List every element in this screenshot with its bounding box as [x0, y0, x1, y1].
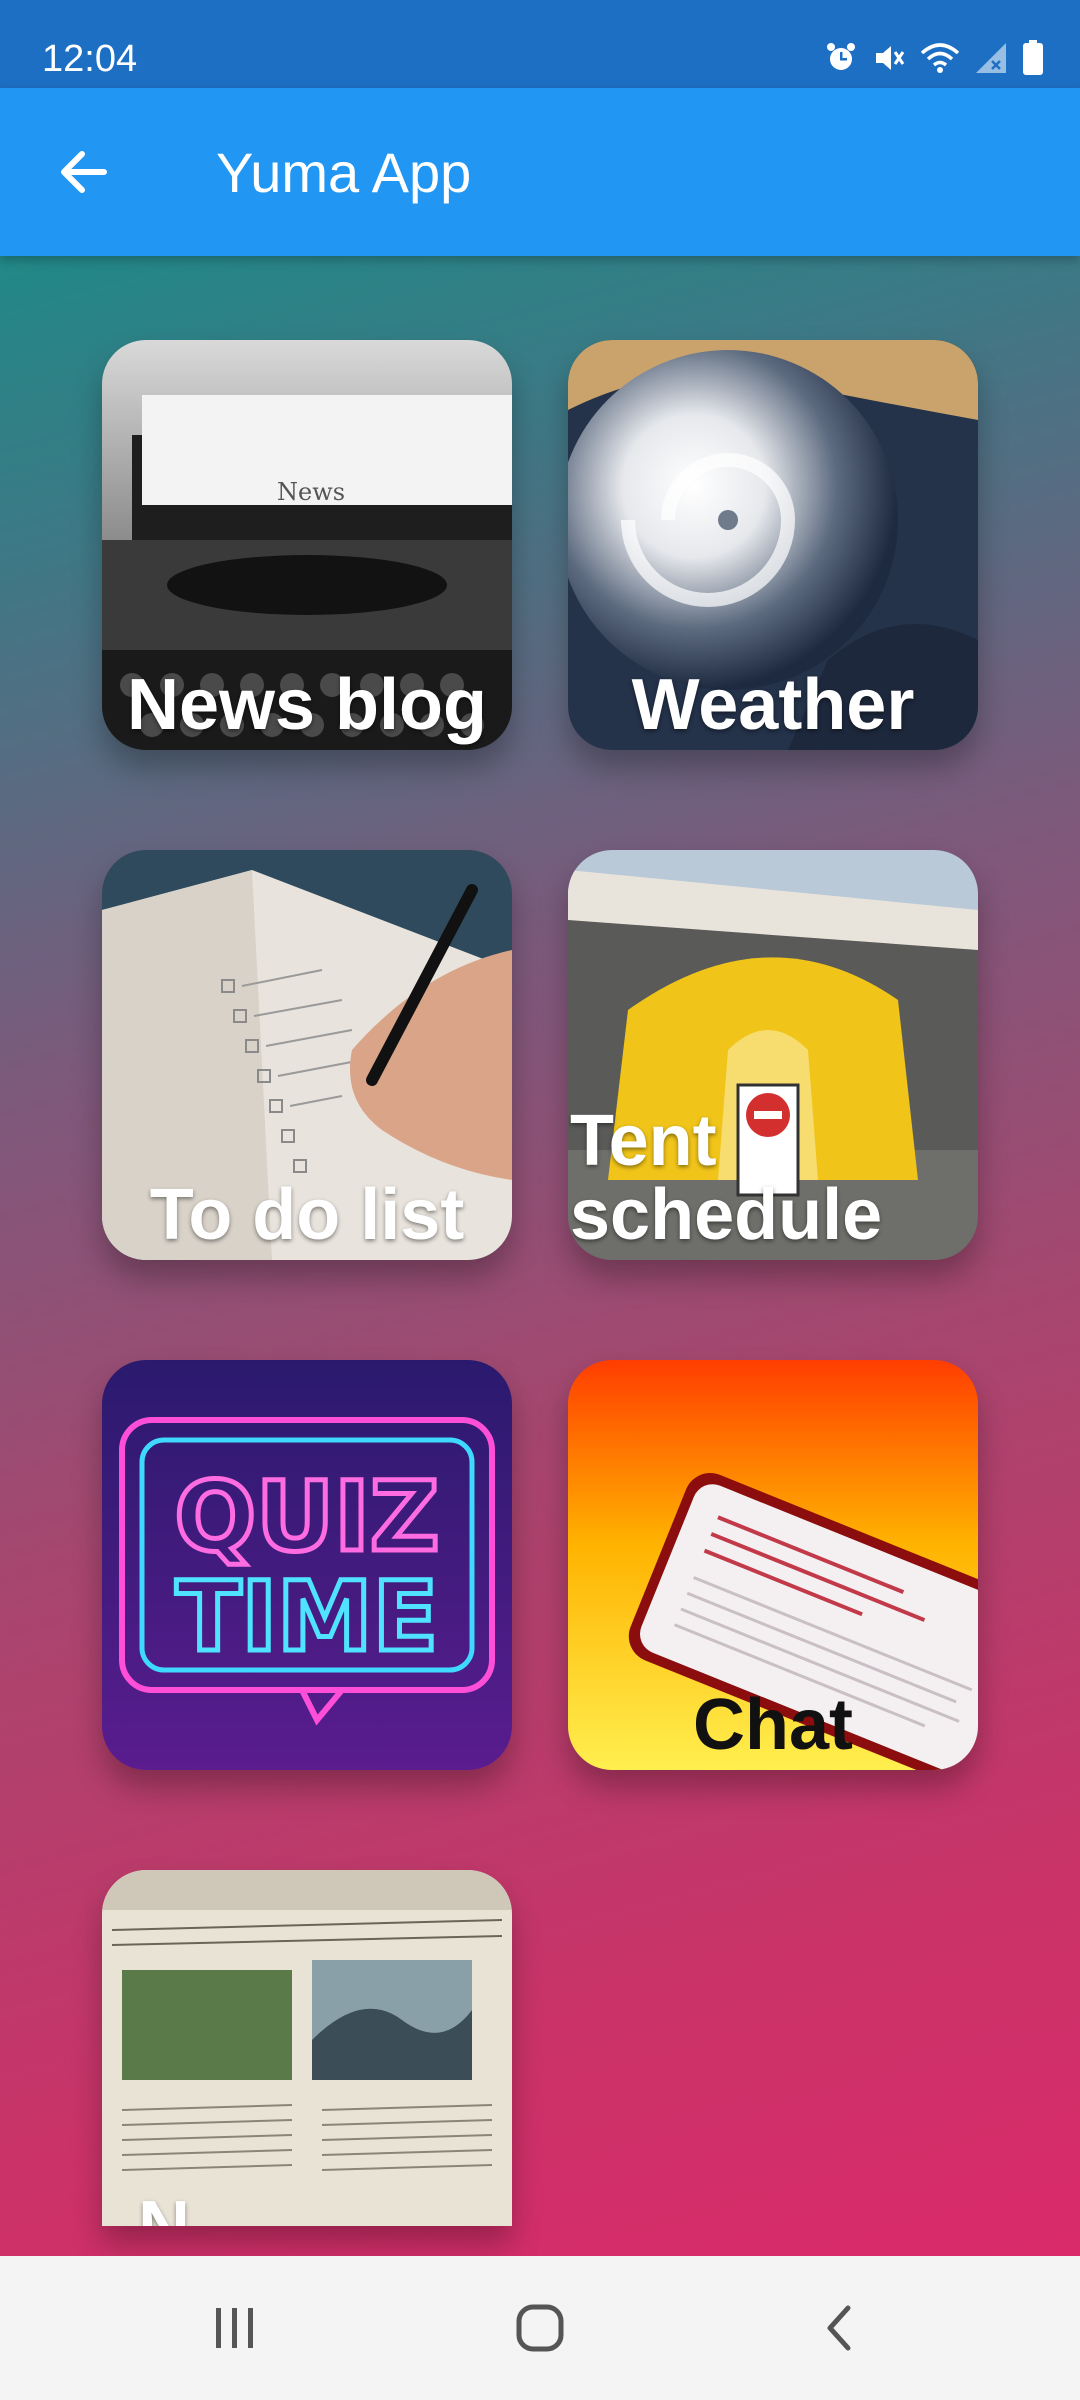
back-button[interactable]: [40, 128, 128, 216]
home-icon: [516, 2304, 564, 2352]
tile-quiz-time[interactable]: QUIZ TIME: [102, 1360, 512, 1770]
quiz-sign-line2: TIME: [176, 1561, 438, 1673]
app-title: Yuma App: [216, 141, 472, 204]
nav-bar: [0, 2256, 1080, 2400]
wifi-icon: [920, 43, 960, 73]
alarm-icon: [827, 43, 855, 70]
tile-chat[interactable]: Chat: [568, 1360, 978, 1770]
tile-tent-schedule[interactable]: Tent schedule: [568, 850, 978, 1260]
status-icons: [824, 40, 1044, 76]
screen: 12:04 Yuma App News News blog Weather To…: [0, 0, 1080, 2400]
tile-label: Chat: [693, 1684, 853, 1765]
status-time: 12:04: [42, 38, 138, 80]
tile-weather[interactable]: Weather: [568, 340, 978, 750]
quiz-sign-line1: QUIZ: [175, 1461, 440, 1573]
tile-label: N: [102, 2190, 512, 2226]
recent-apps-button[interactable]: [190, 2292, 280, 2364]
tile-label-line: Tent: [570, 1101, 717, 1182]
recent-apps-icon: [216, 2308, 253, 2348]
tile-label: News blog: [126, 664, 488, 745]
mute-icon: [876, 46, 905, 70]
svg-text:News: News: [277, 478, 345, 506]
tile-news[interactable]: N: [102, 1870, 512, 2226]
newspaper-photo: [102, 1870, 512, 2226]
tile-label-line: schedule: [570, 1174, 883, 1255]
signal-icon: [976, 43, 1006, 73]
home-button[interactable]: [495, 2292, 585, 2364]
tile-news-blog[interactable]: News News blog: [102, 340, 512, 750]
arrow-left-icon: [61, 151, 107, 193]
quiz-time-neon-sign: QUIZ TIME: [102, 1360, 512, 1770]
nav-back-button[interactable]: [795, 2292, 885, 2364]
tile-label: Tent schedule: [568, 1104, 978, 1255]
back-icon: [827, 2305, 851, 2351]
tile-label: Weather: [631, 664, 915, 745]
tile-label: To do list: [149, 1174, 465, 1255]
tile-to-do-list[interactable]: To do list: [102, 850, 512, 1260]
battery-icon: [1023, 40, 1043, 75]
app-bar: Yuma App: [0, 88, 1080, 256]
status-bar: 12:04: [0, 0, 1080, 88]
